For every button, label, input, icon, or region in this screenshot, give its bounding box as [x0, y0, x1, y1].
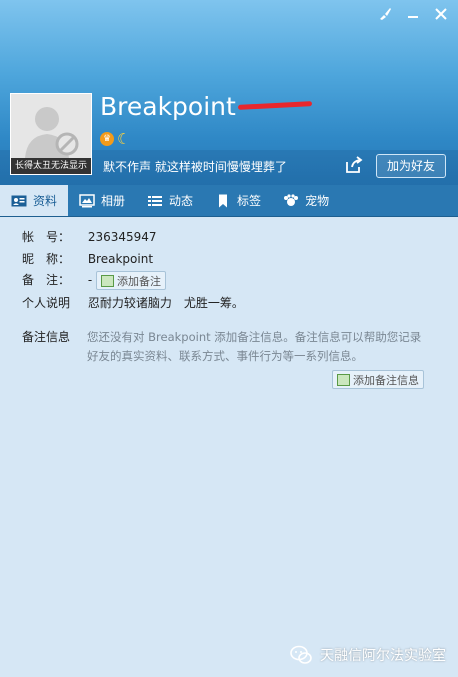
tab-tags[interactable]: 标签 — [204, 185, 272, 216]
tab-tags-label: 标签 — [237, 194, 262, 208]
add-remark-label: 添加备注 — [117, 274, 161, 288]
feed-list-icon — [147, 194, 163, 208]
tab-pet-label: 宠物 — [305, 194, 330, 208]
watermark: 天融信阿尔法实验室 — [290, 645, 446, 665]
signature-text: 默不作声 就这样被时间慢慢埋葬了 — [103, 160, 287, 174]
remark-info-label: 备注信息 — [22, 330, 71, 344]
share-icon[interactable] — [344, 155, 364, 175]
bio-value: 忍耐力较诸脑力 尤胜一筹。 — [87, 296, 244, 310]
add-remark-button[interactable]: 添加备注 — [96, 271, 166, 290]
wechat-icon — [290, 645, 312, 664]
tab-profile-label: 资料 — [33, 194, 58, 208]
remark-value: - — [87, 273, 93, 287]
tab-album[interactable]: 相册 — [68, 185, 136, 216]
tab-profile[interactable]: 资料 — [0, 185, 69, 216]
add-remark-info-button[interactable]: 添加备注信息 — [332, 370, 424, 389]
bio-label: 个人说明 — [22, 296, 71, 310]
paw-icon — [283, 193, 299, 208]
window-controls — [376, 6, 450, 24]
avatar-caption: 长得太丑无法显示 — [11, 158, 91, 174]
bookmark-icon — [215, 194, 231, 208]
remark-info-row: 备注信息 — [22, 328, 84, 345]
add-remark-info-label: 添加备注信息 — [353, 373, 419, 387]
nickname-row: 昵 称： Breakpoint — [22, 250, 153, 267]
level-crown-icon[interactable]: ♛ — [100, 132, 114, 146]
tab-feed[interactable]: 动态 — [136, 185, 204, 216]
close-icon[interactable] — [432, 6, 450, 24]
remark-row: 备 注： - 添加备注 — [22, 271, 166, 290]
tab-feed-label: 动态 — [169, 194, 194, 208]
remark-info-text: 您还没有对 Breakpoint 添加备注信息。备注信息可以帮助您记录好友的真实… — [87, 330, 422, 363]
status-badges: ♛ ☾ — [100, 132, 130, 147]
tab-pet[interactable]: 宠物 — [272, 185, 340, 216]
account-label: 帐 号： — [22, 230, 71, 244]
account-value: 236345947 — [87, 230, 157, 244]
photo-album-icon — [79, 193, 95, 208]
tab-bar: 资料 相册 动态 标签 宠物 — [0, 185, 458, 217]
nickname-label: 昵 称： — [22, 252, 71, 266]
profile-window: 长得太丑无法显示 Breakpoint ♛ ☾ 默不作声 就这样被时间慢慢埋葬了… — [0, 0, 458, 677]
moon-icon[interactable]: ☾ — [117, 132, 130, 147]
add-friend-button[interactable]: 加为好友 — [376, 154, 446, 178]
nickname-title: Breakpoint — [100, 92, 236, 121]
avatar[interactable]: 长得太丑无法显示 — [10, 93, 92, 175]
brush-icon[interactable] — [376, 6, 394, 24]
note-icon — [337, 373, 350, 386]
tab-album-label: 相册 — [101, 194, 126, 208]
account-row: 帐 号： 236345947 — [22, 228, 157, 245]
profile-details: 帐 号： 236345947 昵 称： Breakpoint 备 注： - 添加… — [0, 217, 458, 677]
watermark-text: 天融信阿尔法实验室 — [320, 648, 446, 664]
minimize-icon[interactable] — [404, 6, 422, 24]
bio-row: 个人说明 忍耐力较诸脑力 尤胜一筹。 — [22, 294, 244, 311]
profile-card-icon — [11, 194, 27, 208]
remark-label: 备 注： — [22, 273, 71, 287]
note-icon — [101, 274, 114, 287]
nickname-value: Breakpoint — [87, 252, 154, 266]
